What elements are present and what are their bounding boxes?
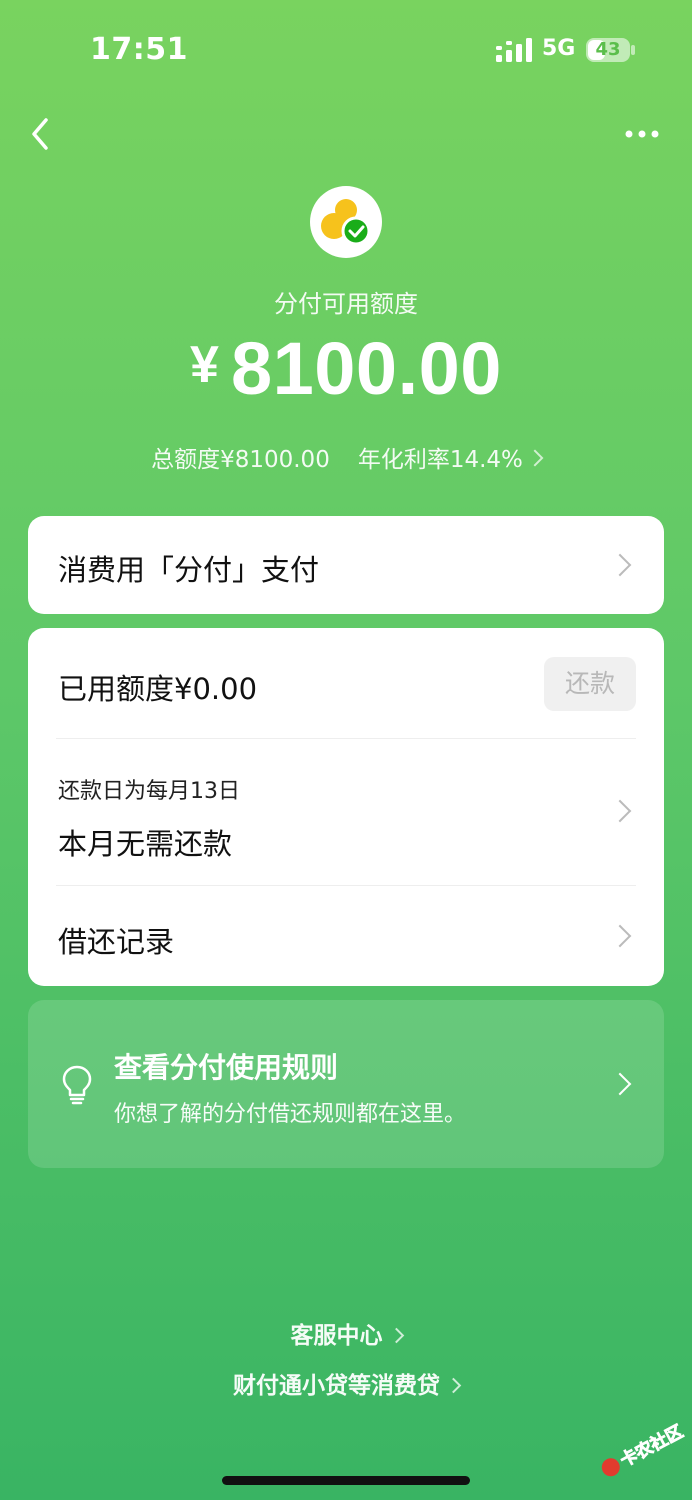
consumer-loans-link[interactable]: 财付通小贷等消费贷 [0, 1366, 692, 1400]
rules-title: 查看分付使用规则 [114, 1051, 339, 1084]
status-bar: 17:51 5G 43 [0, 0, 692, 100]
borrow-repay-records-row[interactable]: 借还记录 [28, 886, 664, 986]
customer-service-link[interactable]: 客服中心 [0, 1316, 692, 1350]
chevron-right-icon [526, 449, 544, 467]
amount-value: 8100.00 [230, 327, 502, 410]
available-limit-amount: ¥8100.00 [0, 326, 692, 411]
fenfu-logo-icon [310, 186, 382, 258]
home-indicator [222, 1476, 470, 1485]
chevron-right-icon [445, 1377, 462, 1394]
battery-cap [631, 45, 635, 55]
usage-rules-card[interactable]: 查看分付使用规则 你想了解的分付借还规则都在这里。 [28, 1000, 664, 1168]
network-type: 5G [542, 36, 576, 61]
chevron-right-icon [608, 553, 632, 577]
annual-rate-link[interactable]: 年化利率14.4% [357, 447, 544, 473]
repay-status: 本月无需还款 [58, 827, 233, 861]
chevron-left-icon[interactable] [22, 112, 62, 156]
total-limit: 总额度¥8100.00 [151, 447, 330, 473]
available-limit-label: 分付可用额度 [274, 290, 418, 318]
battery-icon: 43 [586, 38, 630, 62]
status-time: 17:51 [90, 32, 188, 67]
signal-icon [496, 38, 532, 62]
chevron-right-icon [608, 1072, 632, 1096]
currency-symbol: ¥ [190, 336, 219, 394]
repay-date: 还款日为每月13日 [58, 779, 240, 804]
pay-with-fenfu-card[interactable]: 消费用「分付」支付 [28, 516, 664, 614]
chevron-right-icon [388, 1327, 404, 1344]
lightbulb-icon [62, 1065, 92, 1105]
records-label: 借还记录 [58, 925, 175, 959]
chevron-right-icon [608, 924, 632, 948]
watermark-text: 卡农社区 [617, 1421, 686, 1471]
watermark-logo: 卡农社区 [601, 1420, 686, 1477]
battery-level: 43 [595, 39, 621, 60]
consumer-loans-label: 财付通小贷等消费贷 [233, 1373, 440, 1399]
repay-button[interactable]: 还款 [544, 657, 636, 711]
fenfu-logo-graphic [321, 199, 371, 246]
used-amount: 已用额度¥0.00 [58, 672, 258, 706]
annual-rate: 年化利率14.4% [357, 447, 523, 473]
fenfu-screen: 17:51 5G 43 分付可用额度 ¥ 8100.00 总额度¥8100.00… [0, 0, 692, 1500]
account-card: 已用额度¥0.00 还款 还款日为每月13日 本月无需还款 借还记录 [28, 628, 664, 986]
limit-details: 总额度¥8100.00 年化利率14.4% [0, 440, 692, 474]
rules-subtitle: 你想了解的分付借还规则都在这里。 [114, 1102, 467, 1127]
repayment-info-row[interactable]: 还款日为每月13日 本月无需还款 [28, 739, 664, 885]
customer-service-label: 客服中心 [290, 1323, 383, 1349]
chevron-right-icon [608, 799, 632, 823]
more-dots-icon[interactable] [620, 116, 664, 152]
pay-with-fenfu-label: 消费用「分付」支付 [58, 553, 320, 587]
